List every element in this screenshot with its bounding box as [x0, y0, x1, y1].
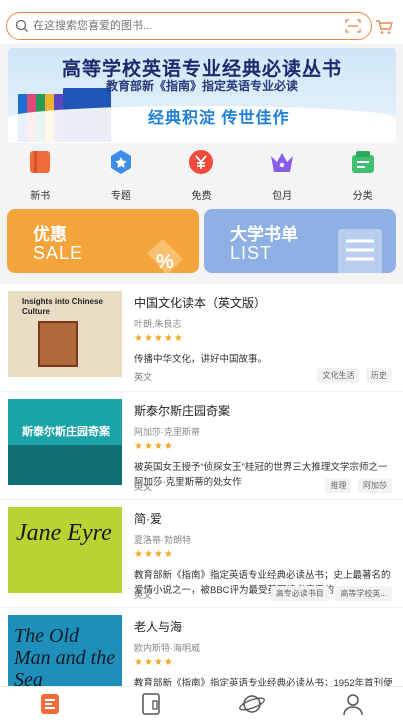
book-rating: ★★★★: [134, 657, 174, 668]
category-label: 专题: [110, 191, 131, 202]
search-input[interactable]: [33, 16, 333, 36]
category-classify[interactable]: 分类: [333, 146, 393, 202]
search-icon: [15, 19, 28, 32]
cart-icon[interactable]: [375, 19, 393, 35]
book-language: 英文: [134, 590, 153, 600]
book-cover[interactable]: Jane Eyre: [8, 507, 122, 593]
list-subtitle: LIST: [230, 243, 273, 263]
cover-title: 斯泰尔斯庄园奇案: [22, 426, 110, 438]
bottom-nav: [0, 686, 403, 720]
sale-subtitle: SALE: [33, 243, 84, 263]
bookstore-icon[interactable]: [36, 691, 64, 717]
book-tag[interactable]: 文化生活: [317, 368, 360, 383]
category-label: 免费: [191, 191, 212, 202]
category-new-books[interactable]: 新书: [10, 146, 70, 202]
book-tag[interactable]: 历史: [366, 368, 392, 383]
bookshelf-icon[interactable]: [137, 691, 165, 717]
category-monthly[interactable]: 包月: [252, 146, 312, 202]
book-title: 中国文化读本（英文版）: [134, 296, 267, 310]
category-free[interactable]: 免费: [171, 146, 231, 202]
profile-icon[interactable]: [339, 691, 367, 717]
list-title: 大学书单: [230, 225, 298, 244]
book-language: 英文: [134, 372, 153, 382]
book-title: 老人与海: [134, 620, 183, 634]
banner-subtitle: 教育部新《指南》指定英语专业必读: [106, 79, 299, 93]
banner-slogan: 经典积淀 传世佳作: [148, 110, 290, 127]
book-cover[interactable]: Insights into Chinese Culture: [8, 291, 122, 377]
sale-title: 优惠: [33, 225, 67, 244]
book-item[interactable]: Insights into Chinese Culture 中国文化读本（英文版…: [0, 284, 403, 392]
book-author: 阿加莎·克里斯蒂: [134, 427, 200, 437]
book-cover[interactable]: 斯泰尔斯庄园奇案: [8, 399, 122, 485]
book-item[interactable]: The Old Man and the Sea 老人与海 欧内斯特·海明威 ★★…: [0, 608, 403, 686]
book-description: 传播中华文化，讲好中国故事。: [134, 354, 268, 365]
promo-banner[interactable]: 高等学校英语专业经典必读丛书 教育部新《指南》指定英语专业必读 经典积淀 传世佳…: [8, 48, 396, 143]
svg-text:%: %: [156, 251, 174, 273]
category-row: 新书 专题 免费 包月 分类: [0, 146, 403, 202]
cover-title: Jane Eyre: [16, 520, 112, 546]
tag-icon: [351, 151, 374, 173]
book-tag[interactable]: 推理: [325, 478, 352, 493]
book-icon: [30, 151, 51, 173]
book-tag[interactable]: 阿加莎: [358, 478, 392, 493]
category-label: 包月: [272, 191, 293, 202]
book-list: Insights into Chinese Culture 中国文化读本（英文版…: [0, 284, 403, 686]
top-bar: [0, 0, 403, 44]
book-author: 欧内斯特·海明威: [134, 643, 200, 653]
category-label: 新书: [30, 191, 51, 202]
book-cover[interactable]: The Old Man and the Sea: [8, 615, 122, 686]
cover-title: The Old Man and the Sea: [14, 625, 116, 686]
book-title: 简·爱: [134, 512, 162, 526]
percent-icon: %: [147, 239, 183, 273]
cover-illustration: [8, 445, 122, 485]
university-list-card[interactable]: 大学书单 LIST: [204, 209, 396, 273]
book-description: 教育部新《指南》指定英语专业经典必读丛书；1952年首刊便获得普利策奖；1954…: [134, 678, 393, 686]
book-author: 夏洛蒂·勃朗特: [134, 535, 191, 545]
book-title: 斯泰尔斯庄园奇案: [134, 404, 231, 418]
book-item[interactable]: 斯泰尔斯庄园奇案 斯泰尔斯庄园奇案 阿加莎·克里斯蒂 ★★★★ 被英国女王授予“…: [0, 392, 403, 500]
book-language: 英文: [134, 482, 153, 492]
book-meta: 英文 高专必读书目 高等学校英...: [134, 586, 392, 601]
category-topics[interactable]: 专题: [91, 146, 151, 202]
badge-icon: [110, 150, 131, 174]
cover-painting: [38, 321, 78, 367]
book-rating: ★★★★: [134, 549, 174, 560]
book-meta: 英文 推理 阿加莎: [134, 478, 392, 493]
book-meta: 英文 文化生活 历史: [134, 368, 392, 383]
list-icon: [338, 229, 382, 273]
book-item[interactable]: Jane Eyre 简·爱 夏洛蒂·勃朗特 ★★★★ 教育部新《指南》指定英语专…: [0, 500, 403, 608]
crown-icon: [271, 153, 294, 172]
category-label: 分类: [352, 191, 373, 202]
book-author: 叶朗,朱良志: [134, 319, 182, 329]
book-rating: ★★★★: [134, 441, 174, 452]
book-tag[interactable]: 高等学校英...: [335, 586, 392, 601]
scan-icon[interactable]: [345, 18, 361, 34]
book-rating: ★★★★★: [134, 333, 184, 344]
cover-title: Insights into Chinese Culture: [22, 297, 103, 316]
yen-icon: [189, 150, 214, 174]
discover-icon[interactable]: [238, 691, 266, 717]
sale-card[interactable]: 优惠 SALE %: [7, 209, 199, 273]
search-bar[interactable]: [6, 12, 372, 40]
book-tag[interactable]: 高专必读书目: [270, 586, 329, 601]
